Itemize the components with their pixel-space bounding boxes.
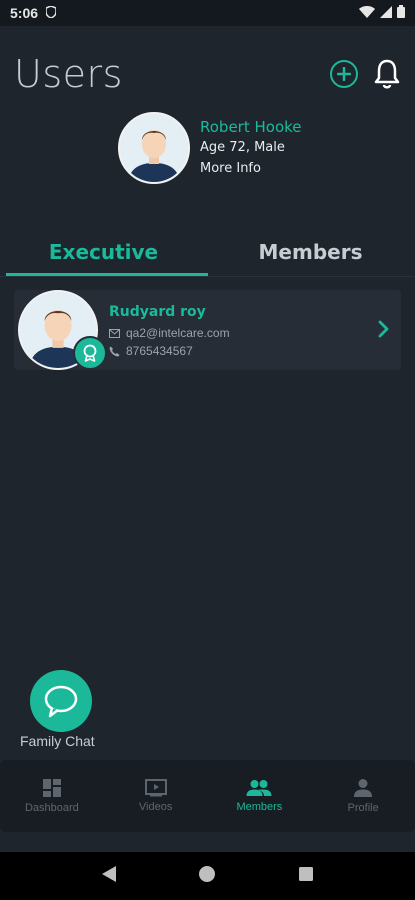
- signal-icon: [380, 5, 392, 21]
- bell-icon[interactable]: [372, 58, 402, 90]
- dashboard-icon: [42, 779, 61, 797]
- battery-icon: [397, 5, 405, 21]
- avatar: [118, 112, 190, 184]
- chat-bubble-icon: [44, 685, 78, 718]
- list-item[interactable]: Rudyard roy qa2@intelcare.com 8765434567: [14, 290, 401, 370]
- video-icon: [144, 779, 167, 797]
- bottom-nav: Dashboard Videos Members Profile: [0, 760, 415, 832]
- nav-dashboard[interactable]: Dashboard: [0, 760, 104, 832]
- profile-age-gender: Age 72, Male: [200, 140, 285, 155]
- profile-card[interactable]: Robert Hooke Age 72, Male More Info: [118, 112, 302, 184]
- phone-icon: [109, 346, 120, 356]
- divider: [0, 276, 415, 277]
- award-badge-icon: [73, 336, 107, 370]
- family-chat-label: Family Chat: [20, 733, 95, 749]
- tab-executive[interactable]: Executive: [0, 232, 207, 278]
- tab-members[interactable]: Members: [207, 232, 414, 278]
- add-circle-icon[interactable]: [330, 60, 358, 88]
- nav-videos[interactable]: Videos: [104, 760, 208, 832]
- nav-label: Profile: [347, 802, 379, 814]
- member-email: qa2@intelcare.com: [126, 326, 230, 340]
- nav-label: Dashboard: [24, 802, 79, 814]
- mail-icon: [109, 328, 120, 338]
- chevron-right-icon[interactable]: [378, 320, 390, 343]
- system-nav-bar: [0, 852, 415, 900]
- profile-name: Robert Hooke: [200, 118, 302, 136]
- status-bar: 5:06: [0, 0, 415, 26]
- nav-profile[interactable]: Profile: [311, 760, 415, 832]
- member-name: Rudyard roy: [109, 304, 206, 320]
- home-icon[interactable]: [198, 865, 216, 888]
- status-time: 5:06: [10, 5, 39, 21]
- nav-label: Members: [236, 801, 283, 813]
- nav-members[interactable]: Members: [208, 760, 312, 832]
- tab-bar: Executive Members: [0, 232, 415, 278]
- more-info-link[interactable]: More Info: [200, 161, 302, 176]
- profile-icon: [354, 779, 373, 797]
- wifi-icon: [359, 5, 375, 21]
- back-icon[interactable]: [101, 865, 117, 888]
- nav-label: Videos: [138, 801, 173, 813]
- members-icon: [246, 780, 272, 796]
- page-title: Users: [14, 52, 123, 96]
- member-phone: 8765434567: [126, 344, 193, 358]
- shield-icon: [45, 4, 57, 21]
- family-chat-button[interactable]: [30, 670, 92, 732]
- recents-icon[interactable]: [298, 866, 314, 887]
